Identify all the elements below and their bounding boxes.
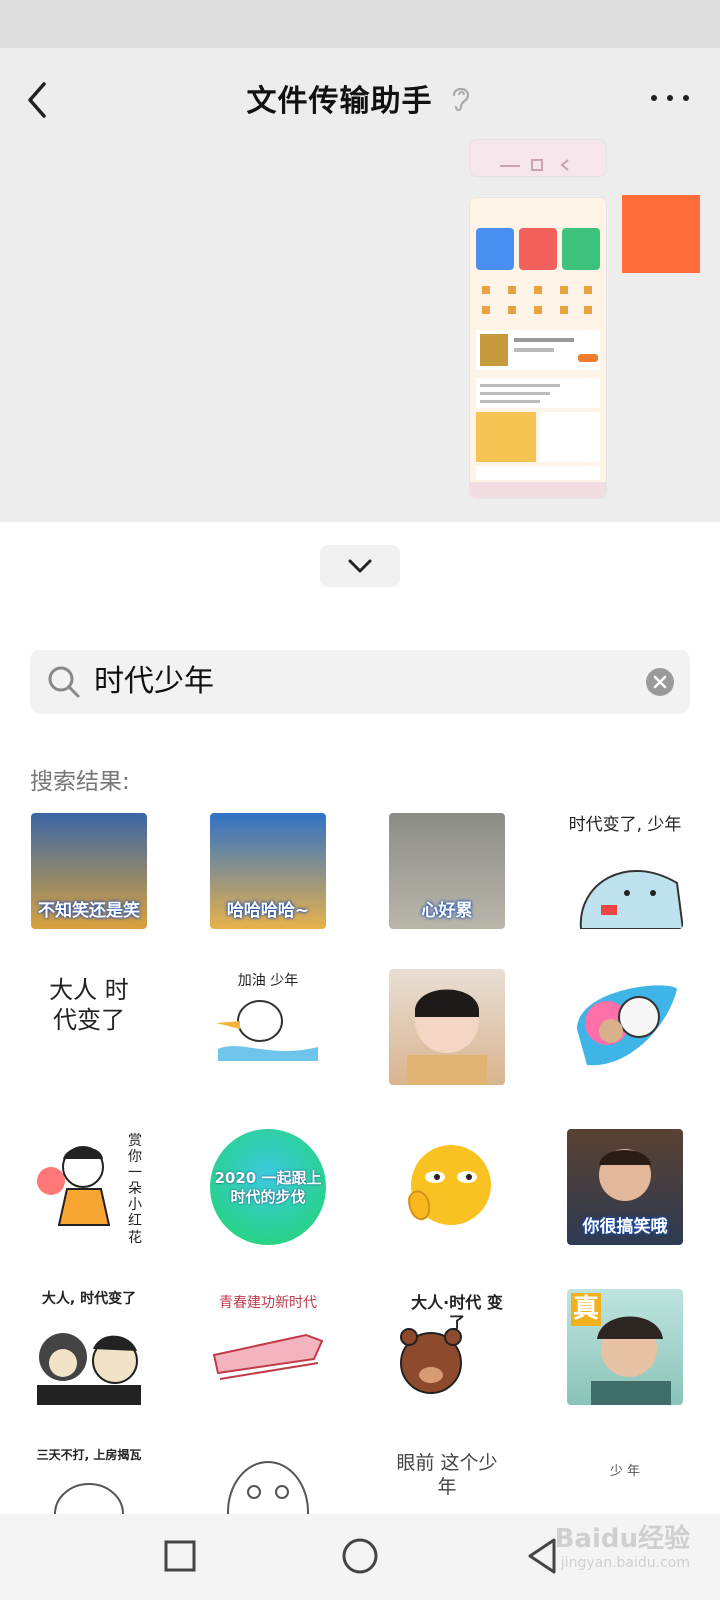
sticker-caption: 哈哈哈哈~ xyxy=(226,901,310,921)
sticker-image: 心好累 xyxy=(389,813,505,929)
image-message-previous[interactable] xyxy=(470,140,606,176)
sticker-caption: 大人 时代变了 xyxy=(49,976,129,1034)
sticker-image: 三天不打, 上房揭瓦 xyxy=(31,1448,147,1514)
sticker-item[interactable] xyxy=(388,968,506,1086)
search-icon xyxy=(48,666,80,698)
sticker-caption: 三天不打, 上房揭瓦 xyxy=(36,1448,142,1462)
collapse-panel-button[interactable] xyxy=(320,545,400,587)
more-horizontal-icon xyxy=(651,95,689,101)
sticker-item[interactable]: 大人, 时代变了 xyxy=(30,1288,148,1406)
sticker-item[interactable]: 少 年 xyxy=(566,1448,684,1514)
sticker-item[interactable]: 青春建功新时代 xyxy=(209,1288,327,1406)
sticker-image: 真 xyxy=(567,1289,683,1405)
chat-header: 文件传输助手 xyxy=(0,48,720,152)
chat-title: 文件传输助手 xyxy=(246,84,433,119)
sticker-caption: 眼前 这个少年 xyxy=(396,1452,498,1498)
watermark-text: Baidu经验 xyxy=(554,1524,690,1554)
status-bar xyxy=(0,0,720,48)
sticker-image: 哈哈哈哈~ xyxy=(210,813,326,929)
search-results-label: 搜索结果: xyxy=(30,769,130,795)
sticker-item[interactable]: 2020 一起跟上 时代的步伐 xyxy=(209,1128,327,1246)
sticker-image xyxy=(389,969,505,1085)
sticker-image xyxy=(210,1448,326,1514)
clear-icon[interactable] xyxy=(646,668,674,696)
search-bar[interactable]: 时代少年 xyxy=(30,650,690,714)
sticker-item[interactable]: 真 xyxy=(566,1288,684,1406)
sticker-image: 大人·时代 变了 xyxy=(389,1289,505,1405)
sticker-item[interactable]: 赏你一朵小红花 xyxy=(30,1128,148,1246)
search-input[interactable]: 时代少年 xyxy=(94,650,214,714)
more-button[interactable] xyxy=(646,84,694,112)
sticker-caption: 赏你一朵小红花 xyxy=(128,1133,142,1245)
sticker-item[interactable]: 哈哈哈哈~ xyxy=(209,812,327,930)
avatar[interactable] xyxy=(622,195,700,273)
watermark-subtext: jingyan.baidu.com xyxy=(560,1555,690,1571)
sticker-item[interactable] xyxy=(388,1128,506,1246)
ear-icon xyxy=(452,87,469,112)
sticker-item[interactable]: 心好累 xyxy=(388,812,506,930)
sticker-item[interactable]: 你很搞笑哦 xyxy=(566,1128,684,1246)
sticker-image: 大人, 时代变了 xyxy=(31,1289,147,1405)
sticker-image: 加油 少年 xyxy=(210,969,326,1085)
image-message-screenshot[interactable] xyxy=(470,198,606,498)
sticker-caption: 心好累 xyxy=(421,901,473,921)
sticker-image xyxy=(389,1129,505,1245)
sticker-image: 青春建功新时代 xyxy=(210,1289,326,1405)
sticker-image: 眼前 这个少年 xyxy=(389,1448,505,1514)
sticker-item[interactable]: 不知笑还是笑 xyxy=(30,812,148,930)
sticker-item[interactable]: 大人 时代变了 xyxy=(30,968,148,1086)
sticker-item[interactable]: 加油 少年 xyxy=(209,968,327,1086)
circle-icon[interactable] xyxy=(338,1534,382,1578)
sticker-image: 2020 一起跟上 时代的步伐 xyxy=(210,1129,326,1245)
sticker-caption: 2020 一起跟上 时代的步伐 xyxy=(214,1169,322,1206)
chevron-down-icon xyxy=(348,559,372,573)
sticker-item[interactable] xyxy=(566,968,684,1086)
sticker-item[interactable]: 时代变了, 少年 xyxy=(566,812,684,930)
sticker-image: 赏你一朵小红花 xyxy=(31,1129,147,1245)
sticker-image: 少 年 xyxy=(567,1448,683,1514)
sticker-image xyxy=(567,969,683,1085)
sticker-image: 不知笑还是笑 xyxy=(31,813,147,929)
sticker-image: 时代变了, 少年 xyxy=(567,813,683,929)
sticker-caption: 真 xyxy=(571,1293,602,1326)
square-icon[interactable] xyxy=(158,1534,202,1578)
watermark: Baidu经验 jingyan.baidu.com xyxy=(555,1518,690,1571)
sticker-item[interactable]: 大人·时代 变了 xyxy=(388,1288,506,1406)
sticker-item[interactable]: 眼前 这个少年 xyxy=(388,1448,506,1514)
sticker-image: 你很搞笑哦 xyxy=(567,1129,683,1245)
sticker-caption: 你很搞笑哦 xyxy=(582,1217,668,1237)
sticker-item[interactable]: 三天不打, 上房揭瓦 xyxy=(30,1448,148,1514)
sticker-caption: 少 年 xyxy=(609,1464,641,1479)
sticker-image: 大人 时代变了 xyxy=(31,969,147,1085)
sticker-item[interactable] xyxy=(209,1448,327,1514)
sticker-caption: 不知笑还是笑 xyxy=(38,901,140,921)
